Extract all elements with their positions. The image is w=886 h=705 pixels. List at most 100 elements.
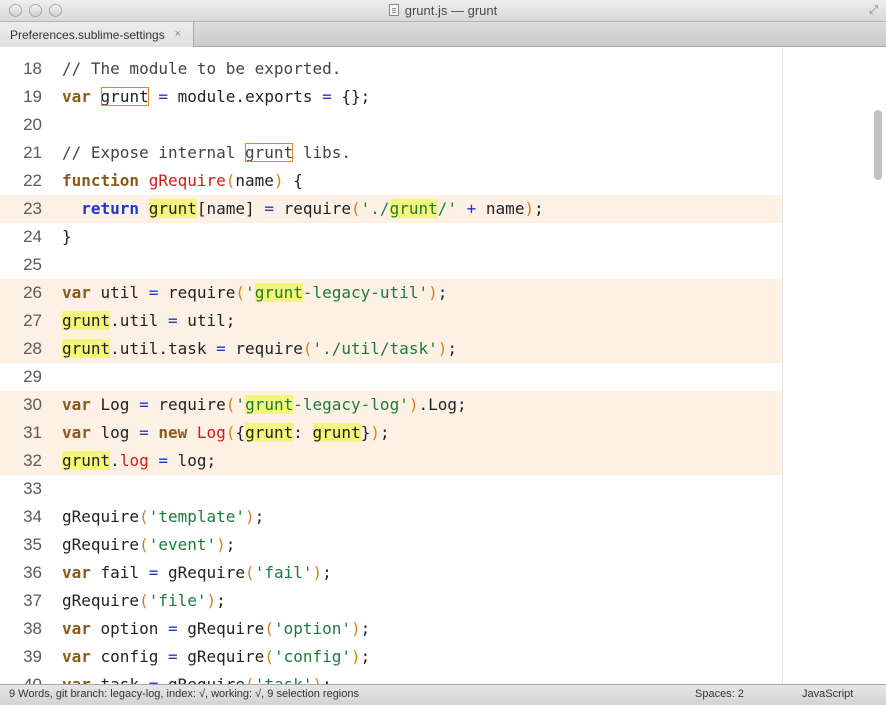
line-number: 29 [23, 367, 42, 386]
code-line[interactable]: 27 grunt.util = util; [0, 307, 782, 335]
code-token: name [235, 171, 274, 190]
code-token: new [158, 423, 188, 442]
code-token: ' [235, 395, 246, 414]
code-token: = [322, 87, 332, 106]
code-token: function [62, 171, 140, 190]
code-line[interactable]: 40 var task = gRequire('task'); [0, 671, 782, 684]
code-token: ; [322, 563, 332, 582]
code-line[interactable]: 37 gRequire('file'); [0, 587, 782, 615]
code-token: gRequire [177, 647, 265, 666]
code-token: = [167, 311, 178, 330]
code-token: . [110, 451, 120, 470]
code-line[interactable]: 30 var Log = require('grunt-legacy-log').… [0, 391, 782, 419]
line-number: 18 [23, 59, 42, 78]
code-token: ( [139, 535, 149, 554]
status-info: 9 Words, git branch: legacy-log, index: … [9, 688, 359, 700]
code-token: libs. [293, 143, 351, 162]
code-token: config [90, 647, 168, 666]
code-token: gRequire [148, 171, 226, 190]
line-number: 21 [23, 143, 42, 162]
code-token: // The module to be exported. [62, 59, 342, 78]
tab-label: Preferences.sublime-settings [10, 28, 165, 42]
line-number: 26 [23, 283, 42, 302]
code-text: // Expose internal grunt libs. [62, 139, 351, 167]
code-line[interactable]: 25 [0, 251, 782, 279]
code-token: .Log; [418, 395, 467, 414]
code-token: var [62, 283, 91, 302]
code-token: grunt [100, 87, 149, 106]
code-token: // Expose internal [62, 143, 246, 162]
fullscreen-icon[interactable]: ⤢ [869, 4, 878, 17]
code-token: 'config' [273, 647, 352, 666]
code-token: = [158, 87, 168, 106]
code-token: ; [360, 619, 371, 638]
code-line[interactable]: 33 [0, 475, 782, 503]
code-text: var option = gRequire('option'); [62, 615, 370, 643]
code-line[interactable]: 34 gRequire('template'); [0, 503, 782, 531]
window-title-wrap: grunt.js — grunt [0, 3, 886, 18]
code-line[interactable]: 39 var config = gRequire('config'); [0, 643, 782, 671]
code-token: 'file' [148, 591, 207, 610]
code-line[interactable]: 18 // The module to be exported. [0, 55, 782, 83]
line-number: 36 [23, 563, 42, 582]
code-line[interactable]: 28 grunt.util.task = require('./util/task… [0, 335, 782, 363]
document-icon [388, 4, 399, 16]
code-text: gRequire('file'); [62, 587, 226, 615]
code-line[interactable]: 21 // Expose internal grunt libs. [0, 139, 782, 167]
code-token: require [148, 395, 226, 414]
code-line[interactable]: 24} [0, 223, 782, 251]
line-number: 37 [23, 591, 42, 610]
code-token: ) [206, 591, 217, 610]
code-token: var [62, 619, 91, 638]
code-line[interactable]: 22 function gRequire(name) { [0, 167, 782, 195]
code-token: = [167, 647, 178, 666]
code-line[interactable]: 32 grunt.log = log; [0, 447, 782, 475]
code-token: {}; [331, 87, 371, 106]
code-token: ) [428, 283, 438, 302]
code-token: + [466, 199, 477, 218]
code-text: var grunt = module.exports = {}; [62, 83, 370, 111]
code-text: var Log = require('grunt-legacy-log').Lo… [62, 391, 467, 419]
line-number: 39 [23, 647, 42, 666]
code-token: = [216, 339, 226, 358]
code-line[interactable]: 29 [0, 363, 782, 391]
code-token: = [149, 675, 159, 684]
code-token: { [235, 423, 246, 442]
code-token: .util [110, 311, 168, 330]
code-line[interactable]: 23 return grunt[name] = require('./grunt… [0, 195, 782, 223]
code-line[interactable]: 19 var grunt = module.exports = {}; [0, 83, 782, 111]
code-token: return [81, 199, 140, 218]
code-line[interactable]: 31 var log = new Log({grunt: grunt}); [0, 419, 782, 447]
tab-preferences[interactable]: Preferences.sublime-settings × [0, 22, 194, 47]
code-line[interactable]: 35 gRequire('event'); [0, 531, 782, 559]
code-token: ( [245, 675, 255, 684]
line-number: 33 [23, 479, 42, 498]
code-editor[interactable]: 40var task = gRequire('task');39var conf… [0, 48, 886, 684]
close-icon[interactable]: × [175, 28, 181, 40]
code-token: 'fail' [254, 563, 313, 582]
code-token: log [90, 423, 140, 442]
code-token: ) [370, 423, 380, 442]
code-line[interactable]: 26 var util = require('grunt-legacy-util'… [0, 279, 782, 307]
code-token: log; [168, 451, 217, 470]
code-token: task [91, 675, 149, 684]
line-number: 23 [23, 199, 42, 218]
code-text: gRequire('event'); [62, 531, 235, 559]
line-number: 24 [23, 227, 42, 246]
code-line[interactable]: 36 var fail = gRequire('fail'); [0, 559, 782, 587]
indentation-setting[interactable]: Spaces: 2 [695, 688, 744, 700]
code-token: grunt [312, 423, 361, 442]
syntax-selector[interactable]: JavaScript [802, 688, 853, 700]
code-token: grunt [254, 283, 303, 302]
scrollbar-thumb[interactable] [874, 110, 882, 180]
code-token: gRequire [158, 675, 245, 684]
code-token: option [90, 619, 168, 638]
line-number: 19 [23, 87, 42, 106]
code-line[interactable]: 38 var option = gRequire('option'); [0, 615, 782, 643]
code-line[interactable]: 20 [0, 111, 782, 139]
code-token: util; [177, 311, 236, 330]
code-token: gRequire [62, 535, 140, 554]
